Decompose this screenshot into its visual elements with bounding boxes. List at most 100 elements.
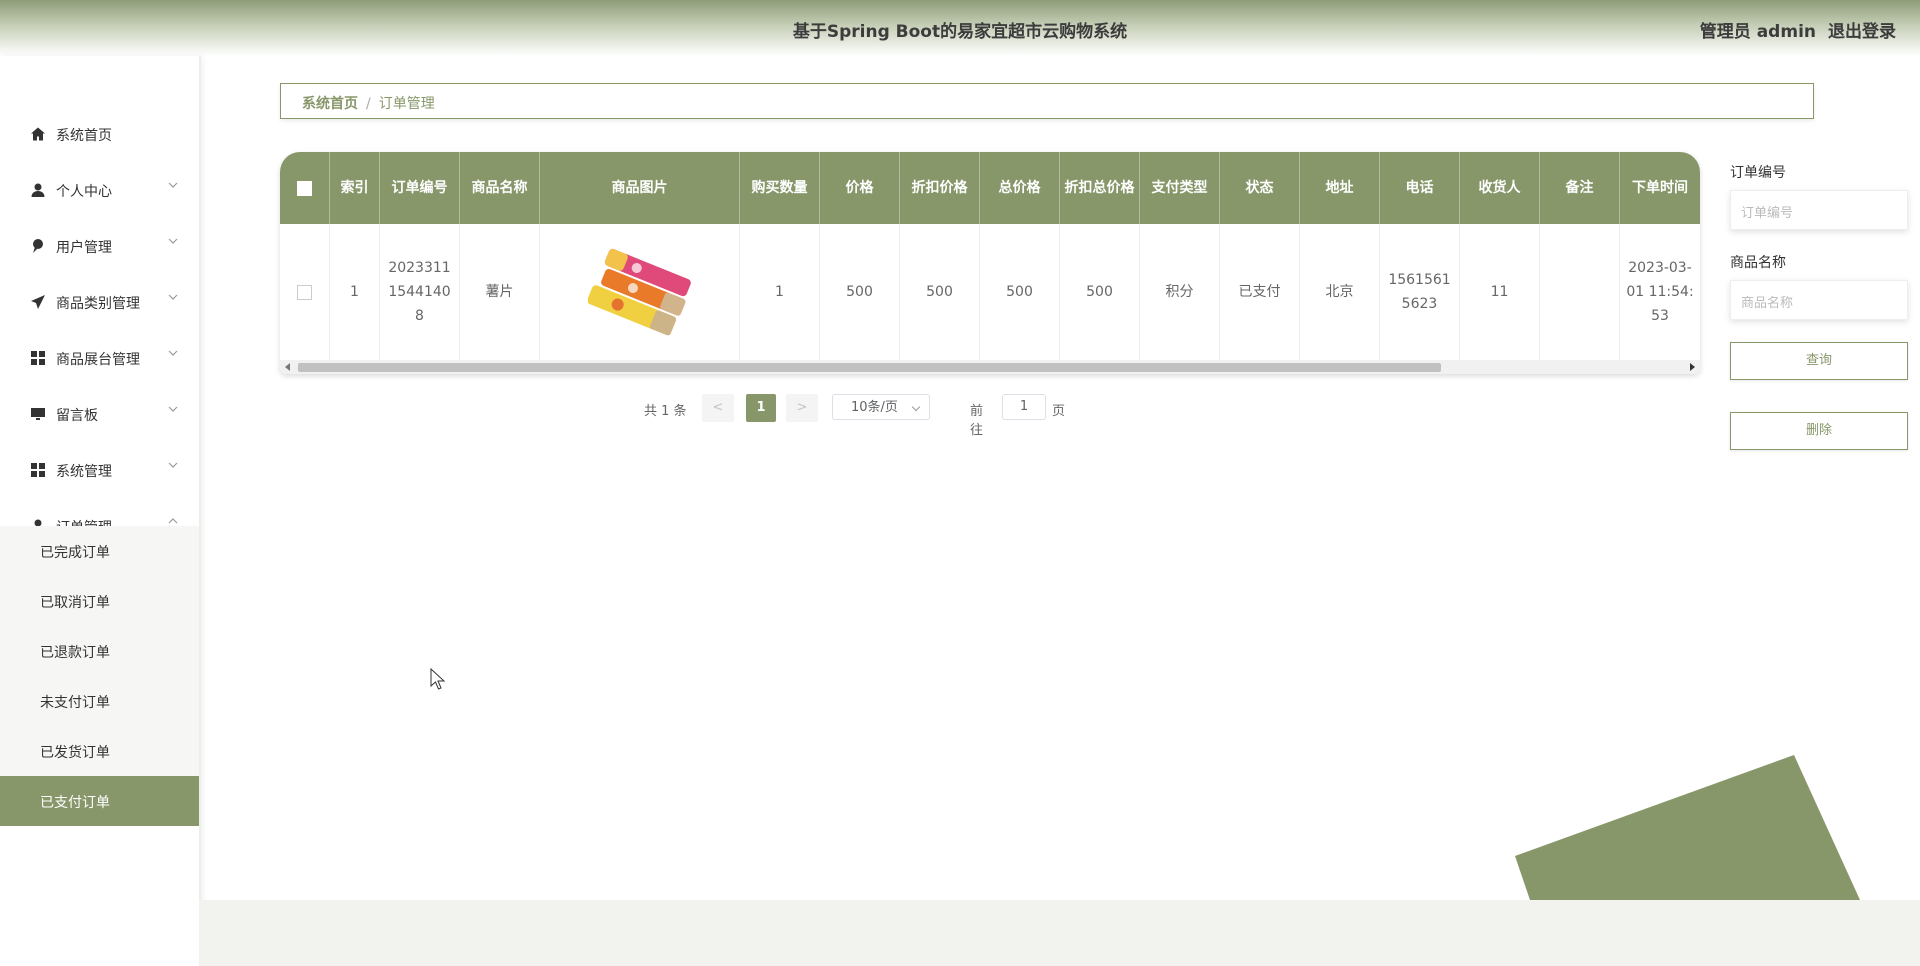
row-checkbox[interactable] <box>297 284 312 300</box>
cell-address: 北京 <box>1300 224 1380 360</box>
scroll-right-icon[interactable] <box>1690 363 1695 371</box>
column-header: 订单编号 <box>380 152 460 224</box>
sidebar-item-users[interactable]: 用户管理 <box>0 218 199 274</box>
cell-product-name: 薯片 <box>460 224 540 360</box>
cell-price: 500 <box>820 224 900 360</box>
submenu-item-completed[interactable]: 已完成订单 <box>0 526 199 576</box>
sidebar-item-home[interactable]: 系统首页 <box>0 106 199 162</box>
submenu-item-refunded[interactable]: 已退款订单 <box>0 626 199 676</box>
home-icon <box>31 127 45 141</box>
submenu-item-cancelled[interactable]: 已取消订单 <box>0 576 199 626</box>
monitor-icon <box>31 408 45 420</box>
column-header: 索引 <box>330 152 380 224</box>
footer-band <box>199 900 1920 966</box>
chevron-down-icon <box>168 406 178 412</box>
orders-table: 索引 订单编号 商品名称 商品图片 购买数量 价格 折扣价格 总价格 折扣总价格… <box>280 152 1700 374</box>
order-no-label: 订单编号 <box>1730 165 1786 181</box>
column-header: 地址 <box>1300 152 1380 224</box>
goto-label: 前往 <box>970 404 984 438</box>
sidebar-item-label: 商品类别管理 <box>56 296 140 312</box>
breadcrumb-separator: / <box>366 96 371 112</box>
cell-quantity: 1 <box>740 224 820 360</box>
column-header: 总价格 <box>980 152 1060 224</box>
breadcrumb: 系统首页 / 订单管理 <box>280 83 1814 119</box>
submenu-item-paid[interactable]: 已支付订单 <box>0 776 199 826</box>
sidebar-item-label: 留言板 <box>56 408 98 424</box>
chevron-up-icon <box>168 518 178 524</box>
column-header: 商品名称 <box>460 152 540 224</box>
query-button[interactable]: 查询 <box>1730 342 1908 380</box>
sidebar-item-label: 系统首页 <box>56 128 112 144</box>
sidebar-item-label: 用户管理 <box>56 240 112 256</box>
send-icon <box>31 295 45 309</box>
sidebar-item-label: 商品展台管理 <box>56 352 140 368</box>
submenu-item-unpaid[interactable]: 未支付订单 <box>0 676 199 726</box>
sidebar-item-label: 个人中心 <box>56 184 112 200</box>
pagination-total: 共 1 条 <box>644 404 687 419</box>
column-header: 购买数量 <box>740 152 820 224</box>
delete-button[interactable]: 删除 <box>1730 412 1908 450</box>
goto-page-input[interactable]: 1 <box>1002 394 1046 420</box>
horizontal-scrollbar[interactable] <box>280 360 1700 374</box>
column-header: 下单时间 <box>1632 180 1688 196</box>
column-header: 价格 <box>820 152 900 224</box>
breadcrumb-current: 订单管理 <box>378 96 435 112</box>
submenu-item-label: 已取消订单 <box>40 595 110 611</box>
prev-page-button[interactable]: < <box>702 394 734 422</box>
column-header: 折扣价格 <box>900 152 980 224</box>
submenu-item-label: 已支付订单 <box>40 795 110 811</box>
sidebar-item-messages[interactable]: 留言板 <box>0 386 199 442</box>
column-header: 电话 <box>1380 152 1460 224</box>
cell-discount-total: 500 <box>1060 224 1140 360</box>
sidebar: 系统首页 个人中心 用户管理 商品类别管理 商品展台管理 留言板 系统管理 订单… <box>0 56 201 966</box>
submenu-item-label: 已退款订单 <box>40 645 110 661</box>
column-header: 备注 <box>1540 152 1620 224</box>
chevron-down-icon <box>168 350 178 356</box>
grid-icon <box>31 463 45 477</box>
grid-icon <box>31 351 45 365</box>
scrollbar-thumb[interactable] <box>298 363 1441 372</box>
submenu-item-label: 已完成订单 <box>40 545 110 561</box>
cell-pay-type: 积分 <box>1140 224 1220 360</box>
user-label: 管理员 admin <box>1699 22 1816 42</box>
chevron-down-icon <box>168 462 178 468</box>
cell-product-image <box>540 224 740 360</box>
product-name-label: 商品名称 <box>1730 255 1786 271</box>
cell-note <box>1540 224 1620 360</box>
next-page-button[interactable]: > <box>786 394 818 422</box>
column-header: 状态 <box>1220 152 1300 224</box>
page-number-button[interactable]: 1 <box>746 394 776 422</box>
page-label: 页 <box>1052 404 1066 419</box>
chevron-down-icon <box>168 238 178 244</box>
order-no-input[interactable]: 订单编号 <box>1730 190 1908 230</box>
chips-product-image <box>587 248 691 336</box>
logout-link[interactable]: 退出登录 <box>1828 22 1896 42</box>
cell-total-price: 500 <box>980 224 1060 360</box>
submenu-item-label: 未支付订单 <box>40 695 110 711</box>
cell-index: 1 <box>330 224 380 360</box>
top-bar: 基于Spring Boot的易家宜超市云购物系统 管理员 admin 退出登录 <box>0 0 1920 56</box>
sidebar-item-showcase[interactable]: 商品展台管理 <box>0 330 199 386</box>
sidebar-item-categories[interactable]: 商品类别管理 <box>0 274 199 330</box>
chevron-down-icon <box>911 402 921 412</box>
sidebar-item-label: 系统管理 <box>56 464 112 480</box>
cell-phone: 15615615623 <box>1380 224 1460 360</box>
column-header: 收货人 <box>1460 152 1540 224</box>
breadcrumb-home[interactable]: 系统首页 <box>302 96 358 112</box>
cell-order-time: 2023-03-01 11:54:53 <box>1626 260 1694 324</box>
select-all-checkbox[interactable] <box>297 180 312 196</box>
user-area: 管理员 admin 退出登录 <box>1700 17 1896 42</box>
table-header: 索引 订单编号 商品名称 商品图片 购买数量 价格 折扣价格 总价格 折扣总价格… <box>280 152 1700 224</box>
decorative-shape <box>1515 755 1860 900</box>
product-name-input[interactable]: 商品名称 <box>1730 280 1908 320</box>
scroll-left-icon[interactable] <box>285 363 290 371</box>
chevron-down-icon <box>168 182 178 188</box>
cell-discount-price: 500 <box>900 224 980 360</box>
app-title: 基于Spring Boot的易家宜超市云购物系统 <box>792 22 1128 42</box>
submenu-item-shipped[interactable]: 已发货订单 <box>0 726 199 776</box>
sidebar-item-personal[interactable]: 个人中心 <box>0 162 199 218</box>
sidebar-item-system[interactable]: 系统管理 <box>0 442 199 498</box>
page-size-select[interactable]: 10条/页 <box>832 394 930 420</box>
column-header: 商品图片 <box>540 152 740 224</box>
cell-receiver: 11 <box>1460 224 1540 360</box>
